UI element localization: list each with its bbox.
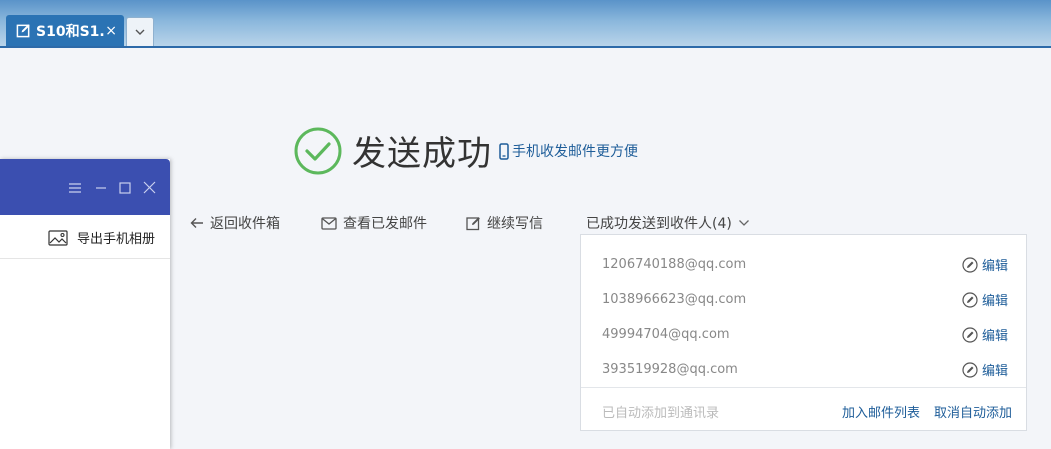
recipient-email: 1038966623@qq.com bbox=[602, 292, 747, 307]
tab-close-icon[interactable]: × bbox=[105, 23, 117, 39]
edit-label: 编辑 bbox=[981, 364, 1008, 379]
pencil-circle-icon bbox=[962, 256, 978, 273]
success-title: 发送成功 bbox=[352, 134, 492, 174]
phone-icon bbox=[499, 142, 509, 160]
floating-window: 导出手机相册 bbox=[0, 159, 170, 449]
recipient-row: 49994704@qq.com 编辑 bbox=[581, 317, 1026, 352]
pencil-circle-icon bbox=[962, 291, 978, 308]
continue-label: 继续写信 bbox=[487, 216, 543, 232]
add-to-mail-list-link[interactable]: 加入邮件列表 bbox=[842, 402, 920, 421]
maximize-icon[interactable] bbox=[119, 179, 131, 198]
tab-compose[interactable]: S10和S1... × bbox=[6, 15, 124, 46]
chevron-down-icon bbox=[135, 29, 145, 35]
edit-label: 编辑 bbox=[981, 329, 1008, 344]
back-to-inbox-button[interactable]: 返回收件箱 bbox=[190, 213, 280, 233]
recipient-email: 49994704@qq.com bbox=[602, 327, 730, 342]
pencil-circle-icon bbox=[962, 361, 978, 378]
recipients-footer: 已自动添加到通讯录 加入邮件列表 取消自动添加 bbox=[581, 387, 1026, 431]
recipient-email: 1206740188@qq.com bbox=[602, 257, 747, 272]
edit-label: 编辑 bbox=[981, 259, 1008, 274]
recipient-email: 393519928@qq.com bbox=[602, 362, 738, 377]
tab-list-button[interactable] bbox=[126, 17, 154, 46]
edit-recipient-button[interactable]: 编辑 bbox=[962, 360, 1008, 379]
export-phone-album-button[interactable]: 导出手机相册 bbox=[48, 228, 155, 247]
view-sent-label: 查看已发邮件 bbox=[343, 216, 427, 232]
continue-writing-button[interactable]: 继续写信 bbox=[466, 213, 543, 233]
back-label: 返回收件箱 bbox=[210, 216, 280, 232]
edit-recipient-button[interactable]: 编辑 bbox=[962, 325, 1008, 344]
check-circle-icon bbox=[294, 127, 342, 174]
cancel-auto-add-link[interactable]: 取消自动添加 bbox=[934, 402, 1012, 421]
window-titlebar bbox=[0, 159, 170, 215]
menu-icon[interactable] bbox=[68, 179, 82, 198]
edit-icon bbox=[16, 24, 30, 38]
auto-added-note: 已自动添加到通讯录 bbox=[602, 406, 720, 421]
recipient-row: 1038966623@qq.com 编辑 bbox=[581, 282, 1026, 317]
phone-mail-link[interactable]: 手机收发邮件更方便 bbox=[499, 141, 638, 161]
tab-bar: S10和S1... × bbox=[0, 0, 1051, 48]
sent-recipients-label: 已成功发送到收件人(4) bbox=[586, 216, 732, 232]
success-header: 发送成功 bbox=[294, 126, 492, 175]
edit-recipient-button[interactable]: 编辑 bbox=[962, 255, 1008, 274]
edit-recipient-button[interactable]: 编辑 bbox=[962, 290, 1008, 309]
tab-title: S10和S1... bbox=[36, 23, 105, 40]
arrow-left-icon bbox=[190, 218, 203, 228]
envelope-icon bbox=[321, 216, 337, 230]
sent-recipients-toggle[interactable]: 已成功发送到收件人(4) bbox=[586, 213, 756, 233]
export-label: 导出手机相册 bbox=[77, 232, 156, 247]
edit-icon bbox=[466, 216, 480, 230]
recipient-row: 393519928@qq.com 编辑 bbox=[581, 352, 1026, 387]
minimize-icon[interactable] bbox=[95, 179, 107, 198]
image-icon bbox=[48, 229, 68, 246]
recipient-row: 1206740188@qq.com 编辑 bbox=[581, 247, 1026, 282]
close-icon[interactable] bbox=[143, 179, 156, 198]
chevron-down-icon bbox=[738, 220, 749, 226]
pencil-circle-icon bbox=[962, 326, 978, 343]
edit-label: 编辑 bbox=[981, 294, 1008, 309]
view-sent-button[interactable]: 查看已发邮件 bbox=[321, 213, 427, 233]
window-toolbar: 导出手机相册 bbox=[0, 215, 170, 259]
recipients-panel: 1206740188@qq.com 编辑 1038966623@qq.com 编… bbox=[580, 234, 1027, 431]
phone-link-label: 手机收发邮件更方便 bbox=[512, 144, 638, 160]
